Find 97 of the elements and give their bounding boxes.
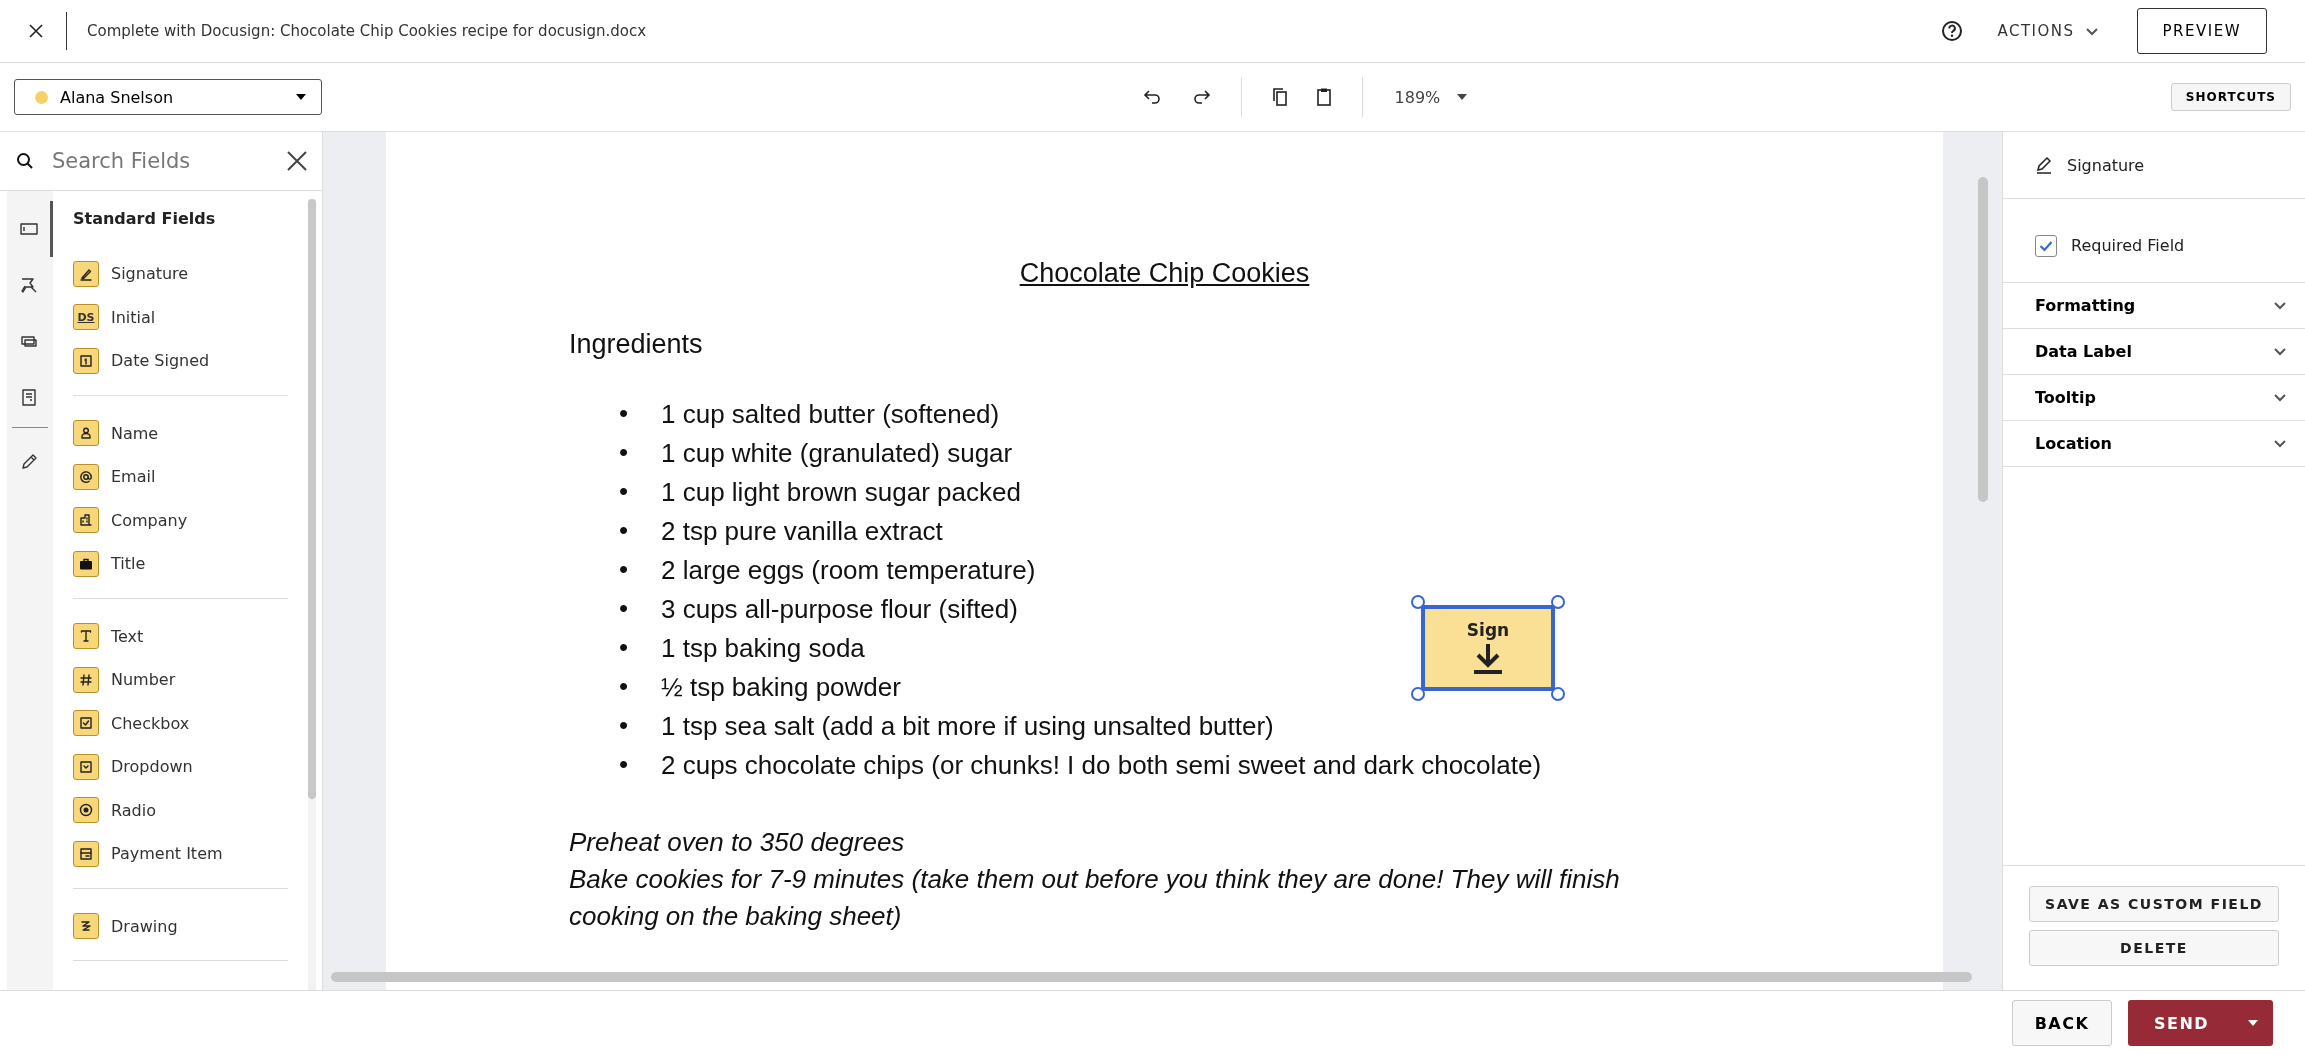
- email-field-icon: [73, 463, 99, 490]
- shortcuts-button[interactable]: SHORTCUTS: [2170, 83, 2291, 111]
- send-button[interactable]: SEND: [2128, 1000, 2273, 1046]
- section-heading: Standard Fields: [73, 209, 217, 228]
- field-item[interactable]: Drawing: [73, 904, 288, 948]
- bullet-mark: •: [619, 397, 630, 430]
- payment-field-icon: [73, 840, 99, 867]
- field-item[interactable]: Number: [73, 658, 288, 702]
- panel-button[interactable]: DELETE: [2029, 930, 2279, 966]
- resize-handle[interactable]: [1551, 687, 1565, 701]
- ingredient-item: 2 cups chocolate chips (or chunks! I do both semi sweet and dark chocolate): [661, 748, 1542, 782]
- title-field-icon: [73, 550, 99, 577]
- caret-icon: [1456, 93, 1469, 101]
- tools-icon: [18, 275, 39, 295]
- ingredient-item: 3 cups all-purpose flour (sifted): [661, 592, 1018, 626]
- drawing-field-icon: [73, 913, 99, 940]
- text-field-icon: [73, 623, 99, 650]
- copy-icon[interactable]: [1271, 87, 1288, 107]
- bullet-mark: •: [619, 670, 630, 703]
- accordion-header[interactable]: Data Label: [2003, 329, 2305, 375]
- scrollbar-thumb[interactable]: [1978, 177, 1988, 502]
- dropdown-field-icon: [73, 753, 99, 780]
- help-icon[interactable]: [1941, 20, 1964, 42]
- resize-handle[interactable]: [1411, 595, 1425, 609]
- field-item[interactable]: Company: [73, 498, 288, 542]
- instruction-text: Preheat oven to 350 degrees: [569, 826, 906, 859]
- accordion-header[interactable]: Tooltip: [2003, 375, 2305, 421]
- window-title: Complete with Docusign: Chocolate Chip Cookies recipe for docusign.docx: [87, 22, 648, 40]
- scrollbar-thumb[interactable]: [308, 199, 316, 799]
- company-field-icon: [73, 507, 99, 534]
- field-item[interactable]: Dropdown: [73, 745, 288, 789]
- document-heading: Ingredients: [569, 329, 704, 360]
- ingredient-item: 1 cup salted butter (softened): [661, 397, 1000, 431]
- recipient-dropdown[interactable]: Alana Snelson: [14, 79, 322, 115]
- actions-menu[interactable]: ACTIONS: [1991, 21, 2105, 41]
- resize-handle[interactable]: [1551, 595, 1565, 609]
- caret-icon: [2247, 1019, 2259, 1027]
- document-title: Chocolate Chip Cookies: [1018, 258, 1311, 289]
- accordion-header[interactable]: Location: [2003, 421, 2305, 467]
- radio-field-icon: [73, 797, 99, 824]
- field-item[interactable]: Email: [73, 455, 288, 499]
- accordion-header[interactable]: Formatting: [2003, 283, 2305, 329]
- field-item[interactable]: Radio: [73, 788, 288, 832]
- chevron-down-icon: [2084, 26, 2099, 36]
- ingredient-item: 1 cup light brown sugar packed: [661, 475, 1021, 509]
- panel-button[interactable]: SAVE AS CUSTOM FIELD: [2029, 886, 2279, 922]
- ingredient-item: ½ tsp baking powder: [661, 670, 901, 704]
- instruction-text: Bake cookies for 7-9 minutes (take them out before you think they are done! They will finish cooking on the baking sheet): [569, 863, 1621, 933]
- back-button[interactable]: BACK: [2012, 1000, 2112, 1046]
- ingredient-item: 1 cup white (granulated) sugar: [661, 436, 1013, 470]
- preview-button[interactable]: PREVIEW: [2136, 8, 2267, 54]
- undo-icon[interactable]: [1142, 89, 1163, 105]
- bullet-mark: •: [619, 709, 630, 742]
- required-checkbox[interactable]: [2035, 234, 2057, 257]
- bullet-mark: •: [619, 592, 630, 625]
- field-item[interactable]: Text: [73, 614, 288, 658]
- field-item[interactable]: Payment Item: [73, 832, 288, 876]
- field-item[interactable]: Date Signed: [73, 339, 288, 383]
- date-field-icon: [73, 347, 99, 374]
- ingredient-item: 1 tsp baking soda: [661, 631, 865, 665]
- chevron-icon: [2273, 347, 2287, 356]
- signature-field-icon: [73, 260, 99, 287]
- ingredient-item: 2 large eggs (room temperature): [661, 553, 1036, 587]
- checkmark-icon: [2039, 239, 2053, 252]
- search-icon: [16, 152, 34, 170]
- bullet-mark: •: [619, 514, 630, 547]
- pen-icon: [2035, 156, 2053, 174]
- bullet-mark: •: [619, 475, 630, 508]
- checkbox-field-icon: [73, 710, 99, 737]
- field-item[interactable]: Title: [73, 542, 288, 586]
- scrollbar-thumb[interactable]: [331, 972, 1972, 982]
- initial-field-icon: DS: [73, 304, 99, 331]
- chevron-icon: [2273, 301, 2287, 310]
- checkbox-label: Required Field: [2071, 236, 2185, 255]
- name-field-icon: [73, 420, 99, 447]
- bullet-mark: •: [619, 748, 630, 781]
- field-type-label: Signature: [2067, 155, 2145, 175]
- bullet-mark: •: [619, 436, 630, 469]
- caret-icon: [295, 93, 307, 101]
- field-item[interactable]: Signature: [73, 252, 288, 296]
- chevron-icon: [2273, 439, 2287, 448]
- search-field[interactable]: Search Fields: [50, 148, 270, 174]
- bullet-mark: •: [619, 631, 630, 664]
- ingredient-item: 1 tsp sea salt (add a bit more if using unsalted butter): [661, 709, 1274, 743]
- field-item[interactable]: DS Initial: [73, 295, 288, 339]
- chevron-icon: [2273, 393, 2287, 402]
- zoom-dropdown[interactable]: 189%: [1388, 86, 1475, 108]
- field-item[interactable]: Checkbox: [73, 701, 288, 745]
- close-icon[interactable]: [286, 150, 308, 172]
- number-field-icon: [73, 666, 99, 693]
- close-icon[interactable]: [28, 23, 44, 39]
- signature-field[interactable]: Sign: [1421, 605, 1555, 691]
- ingredient-item: 2 tsp pure vanilla extract: [661, 514, 943, 548]
- bullet-mark: •: [619, 553, 630, 586]
- clipboard-icon[interactable]: [1315, 87, 1332, 107]
- field-item[interactable]: Name: [73, 411, 288, 455]
- resize-handle[interactable]: [1411, 687, 1425, 701]
